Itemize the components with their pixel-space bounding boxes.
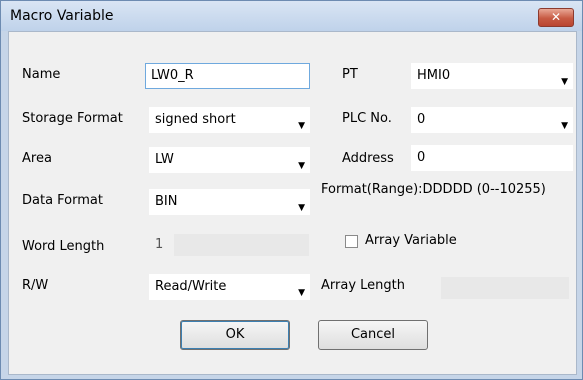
rw-select[interactable]: Read/Write ▼: [149, 274, 310, 300]
area-select[interactable]: LW ▼: [149, 147, 310, 173]
chevron-down-icon: ▼: [298, 203, 305, 213]
pt-label: PT: [342, 67, 358, 82]
word-length-input: [174, 234, 309, 256]
name-input[interactable]: LW0_R: [145, 63, 310, 89]
ok-button[interactable]: OK: [180, 320, 290, 350]
word-length-value: 1: [149, 232, 169, 258]
dialog-body: Name LW0_R Storage Format signed short ▼…: [8, 31, 577, 375]
pt-value: HMI0: [417, 68, 451, 83]
rw-label: R/W: [22, 278, 49, 293]
word-length-label: Word Length: [22, 239, 105, 254]
rw-value: Read/Write: [155, 279, 227, 294]
format-range-text: Format(Range):DDDDD (0--10255): [321, 182, 546, 197]
address-value: 0: [417, 150, 426, 165]
chevron-down-icon: ▼: [298, 161, 305, 171]
chevron-down-icon: ▼: [298, 121, 305, 131]
name-value: LW0_R: [151, 68, 194, 83]
array-length-label: Array Length: [321, 278, 405, 293]
address-input[interactable]: 0: [411, 145, 573, 171]
name-label: Name: [22, 67, 61, 82]
storage-format-label: Storage Format: [22, 111, 123, 126]
array-length-input: [441, 277, 569, 299]
title-bar[interactable]: Macro Variable ✕: [1, 1, 582, 31]
chevron-down-icon: ▼: [298, 288, 305, 298]
data-format-value: BIN: [155, 194, 178, 209]
close-button[interactable]: ✕: [538, 8, 574, 27]
data-format-select[interactable]: BIN ▼: [149, 189, 310, 215]
chevron-down-icon: ▼: [561, 121, 568, 131]
plc-no-select[interactable]: 0 ▼: [411, 107, 573, 133]
array-variable-label[interactable]: Array Variable: [365, 233, 457, 248]
word-length-text: 1: [155, 237, 164, 252]
storage-format-value: signed short: [155, 112, 236, 127]
data-format-label: Data Format: [22, 193, 103, 208]
area-value: LW: [155, 152, 174, 167]
window-title: Macro Variable: [10, 8, 114, 24]
chevron-down-icon: ▼: [561, 77, 568, 87]
storage-format-select[interactable]: signed short ▼: [149, 107, 310, 133]
address-label: Address: [342, 151, 394, 166]
array-variable-checkbox[interactable]: [345, 235, 358, 248]
plc-no-label: PLC No.: [342, 111, 392, 126]
cancel-button[interactable]: Cancel: [318, 320, 428, 350]
pt-select[interactable]: HMI0 ▼: [411, 63, 573, 89]
plc-no-value: 0: [417, 112, 426, 127]
macro-variable-dialog: Macro Variable ✕ Name LW0_R Storage Form…: [0, 0, 583, 380]
close-icon: ✕: [550, 10, 562, 24]
area-label: Area: [22, 151, 52, 166]
